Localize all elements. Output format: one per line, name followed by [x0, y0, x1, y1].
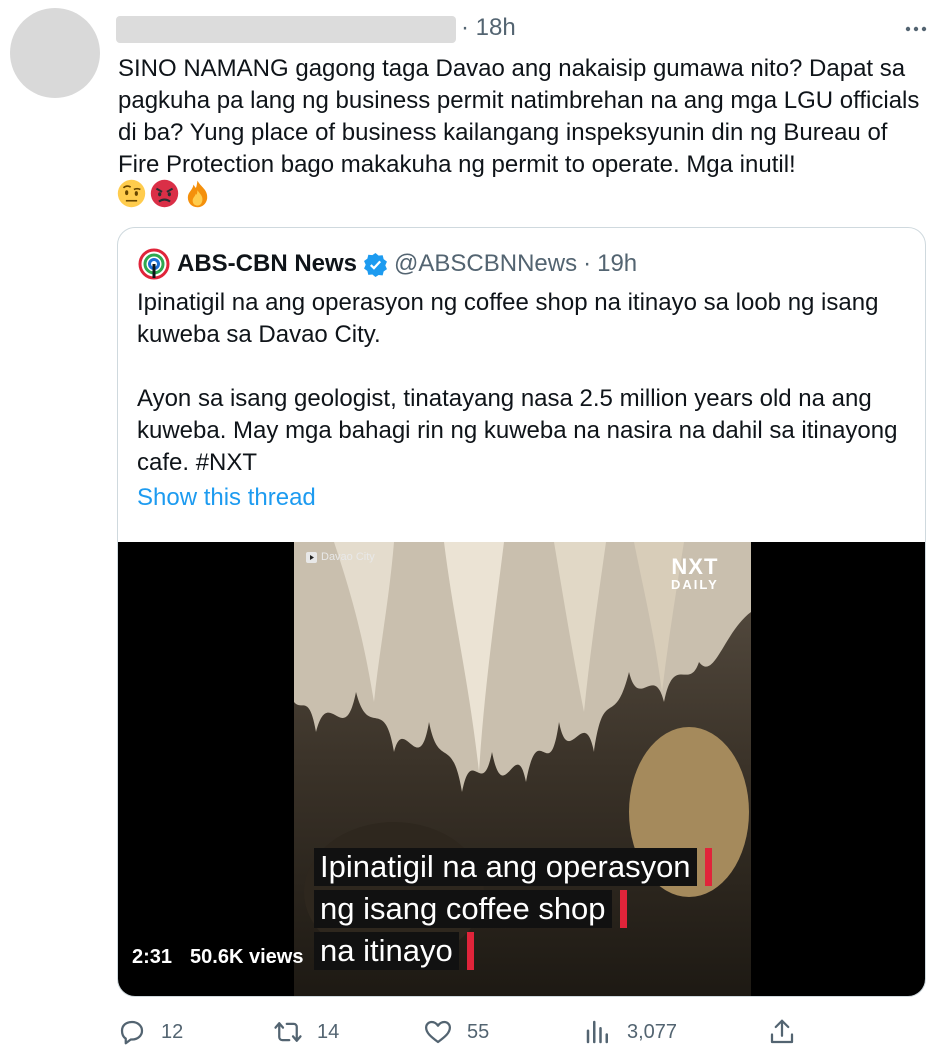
video-player[interactable]: Davao City NXT DAILY Ipinatigil na ang o… — [118, 542, 925, 997]
quoted-tweet-text: Ipinatigil na ang operasyon ng coffee sh… — [137, 287, 907, 479]
quoted-author-handle[interactable]: @ABSCBNNews — [394, 250, 577, 278]
analytics-icon — [586, 1020, 608, 1044]
reply-count: 12 — [161, 1020, 184, 1043]
verified-badge-icon — [364, 252, 387, 277]
retweet-button[interactable]: 14 — [273, 1015, 339, 1049]
heart-icon — [425, 1020, 451, 1044]
face-with-raised-eyebrow-emoji — [117, 179, 146, 208]
views-button[interactable]: 3,077 — [583, 1015, 677, 1049]
tweet-text: SINO NAMANG gagong taga Davao ang nakais… — [118, 55, 920, 178]
cave-video-frame[interactable] — [294, 542, 751, 997]
quoted-tweet-timestamp[interactable]: 19h — [597, 250, 637, 278]
quoted-paragraph-1: Ipinatigil na ang operasyon ng coffee sh… — [137, 289, 879, 348]
video-caption-line: ng isang coffee shop — [314, 890, 627, 928]
retweet-icon — [274, 1022, 302, 1042]
caption-bar — [619, 890, 627, 928]
quoted-tweet-header: ABS-CBN News @ABSCBNNews · 19h — [138, 247, 637, 281]
quoted-tweet[interactable]: ABS-CBN News @ABSCBNNews · 19h Ipinatigi… — [117, 227, 926, 997]
video-views: 50.6K views — [190, 946, 304, 968]
like-button[interactable]: 55 — [423, 1015, 489, 1049]
video-caption-line: na itinayo — [314, 932, 474, 970]
video-stats-badge: 2:31 50.6K views — [132, 946, 303, 969]
angry-face-emoji — [150, 179, 179, 208]
show-thread-link[interactable]: Show this thread — [137, 484, 316, 512]
reply-button[interactable]: 12 — [117, 1015, 183, 1049]
separator-dot: · — [583, 250, 592, 277]
retweet-count: 14 — [317, 1020, 340, 1043]
caption-bar — [704, 848, 712, 886]
video-location-label: Davao City — [321, 551, 375, 563]
share-icon — [770, 1019, 794, 1044]
quoted-paragraph-2: Ayon sa isang geologist, tinatayang nasa… — [137, 385, 898, 476]
video-location-tag: Davao City — [306, 551, 375, 563]
avatar[interactable] — [10, 8, 100, 98]
abs-cbn-logo-icon[interactable] — [138, 248, 170, 280]
reply-icon — [120, 1020, 144, 1045]
share-button[interactable] — [767, 1015, 797, 1049]
caption-text-1: Ipinatigil na ang operasyon — [314, 848, 697, 886]
nxt-logo-sub: DAILY — [671, 577, 719, 592]
nxt-logo-main: NXT — [671, 554, 719, 579]
video-caption-line: Ipinatigil na ang operasyon — [314, 848, 712, 886]
fire-emoji — [187, 180, 208, 208]
tweet-timestamp[interactable]: · 18h — [461, 14, 516, 42]
emoji-row — [117, 179, 212, 208]
caption-text-3: na itinayo — [314, 932, 459, 970]
caption-text-2: ng isang coffee shop — [314, 890, 612, 928]
caption-bar — [466, 932, 474, 970]
tweet-actions-bar: 12 14 55 3,077 — [117, 1015, 807, 1049]
video-play-icon — [306, 551, 317, 563]
video-duration: 2:31 — [132, 946, 173, 968]
nxt-daily-logo: NXT DAILY — [671, 556, 719, 592]
like-count: 55 — [467, 1020, 490, 1043]
more-options-icon[interactable] — [901, 14, 931, 44]
blurred-username[interactable] — [116, 16, 456, 43]
views-count: 3,077 — [627, 1020, 678, 1043]
quoted-author-name[interactable]: ABS-CBN News — [177, 250, 357, 278]
